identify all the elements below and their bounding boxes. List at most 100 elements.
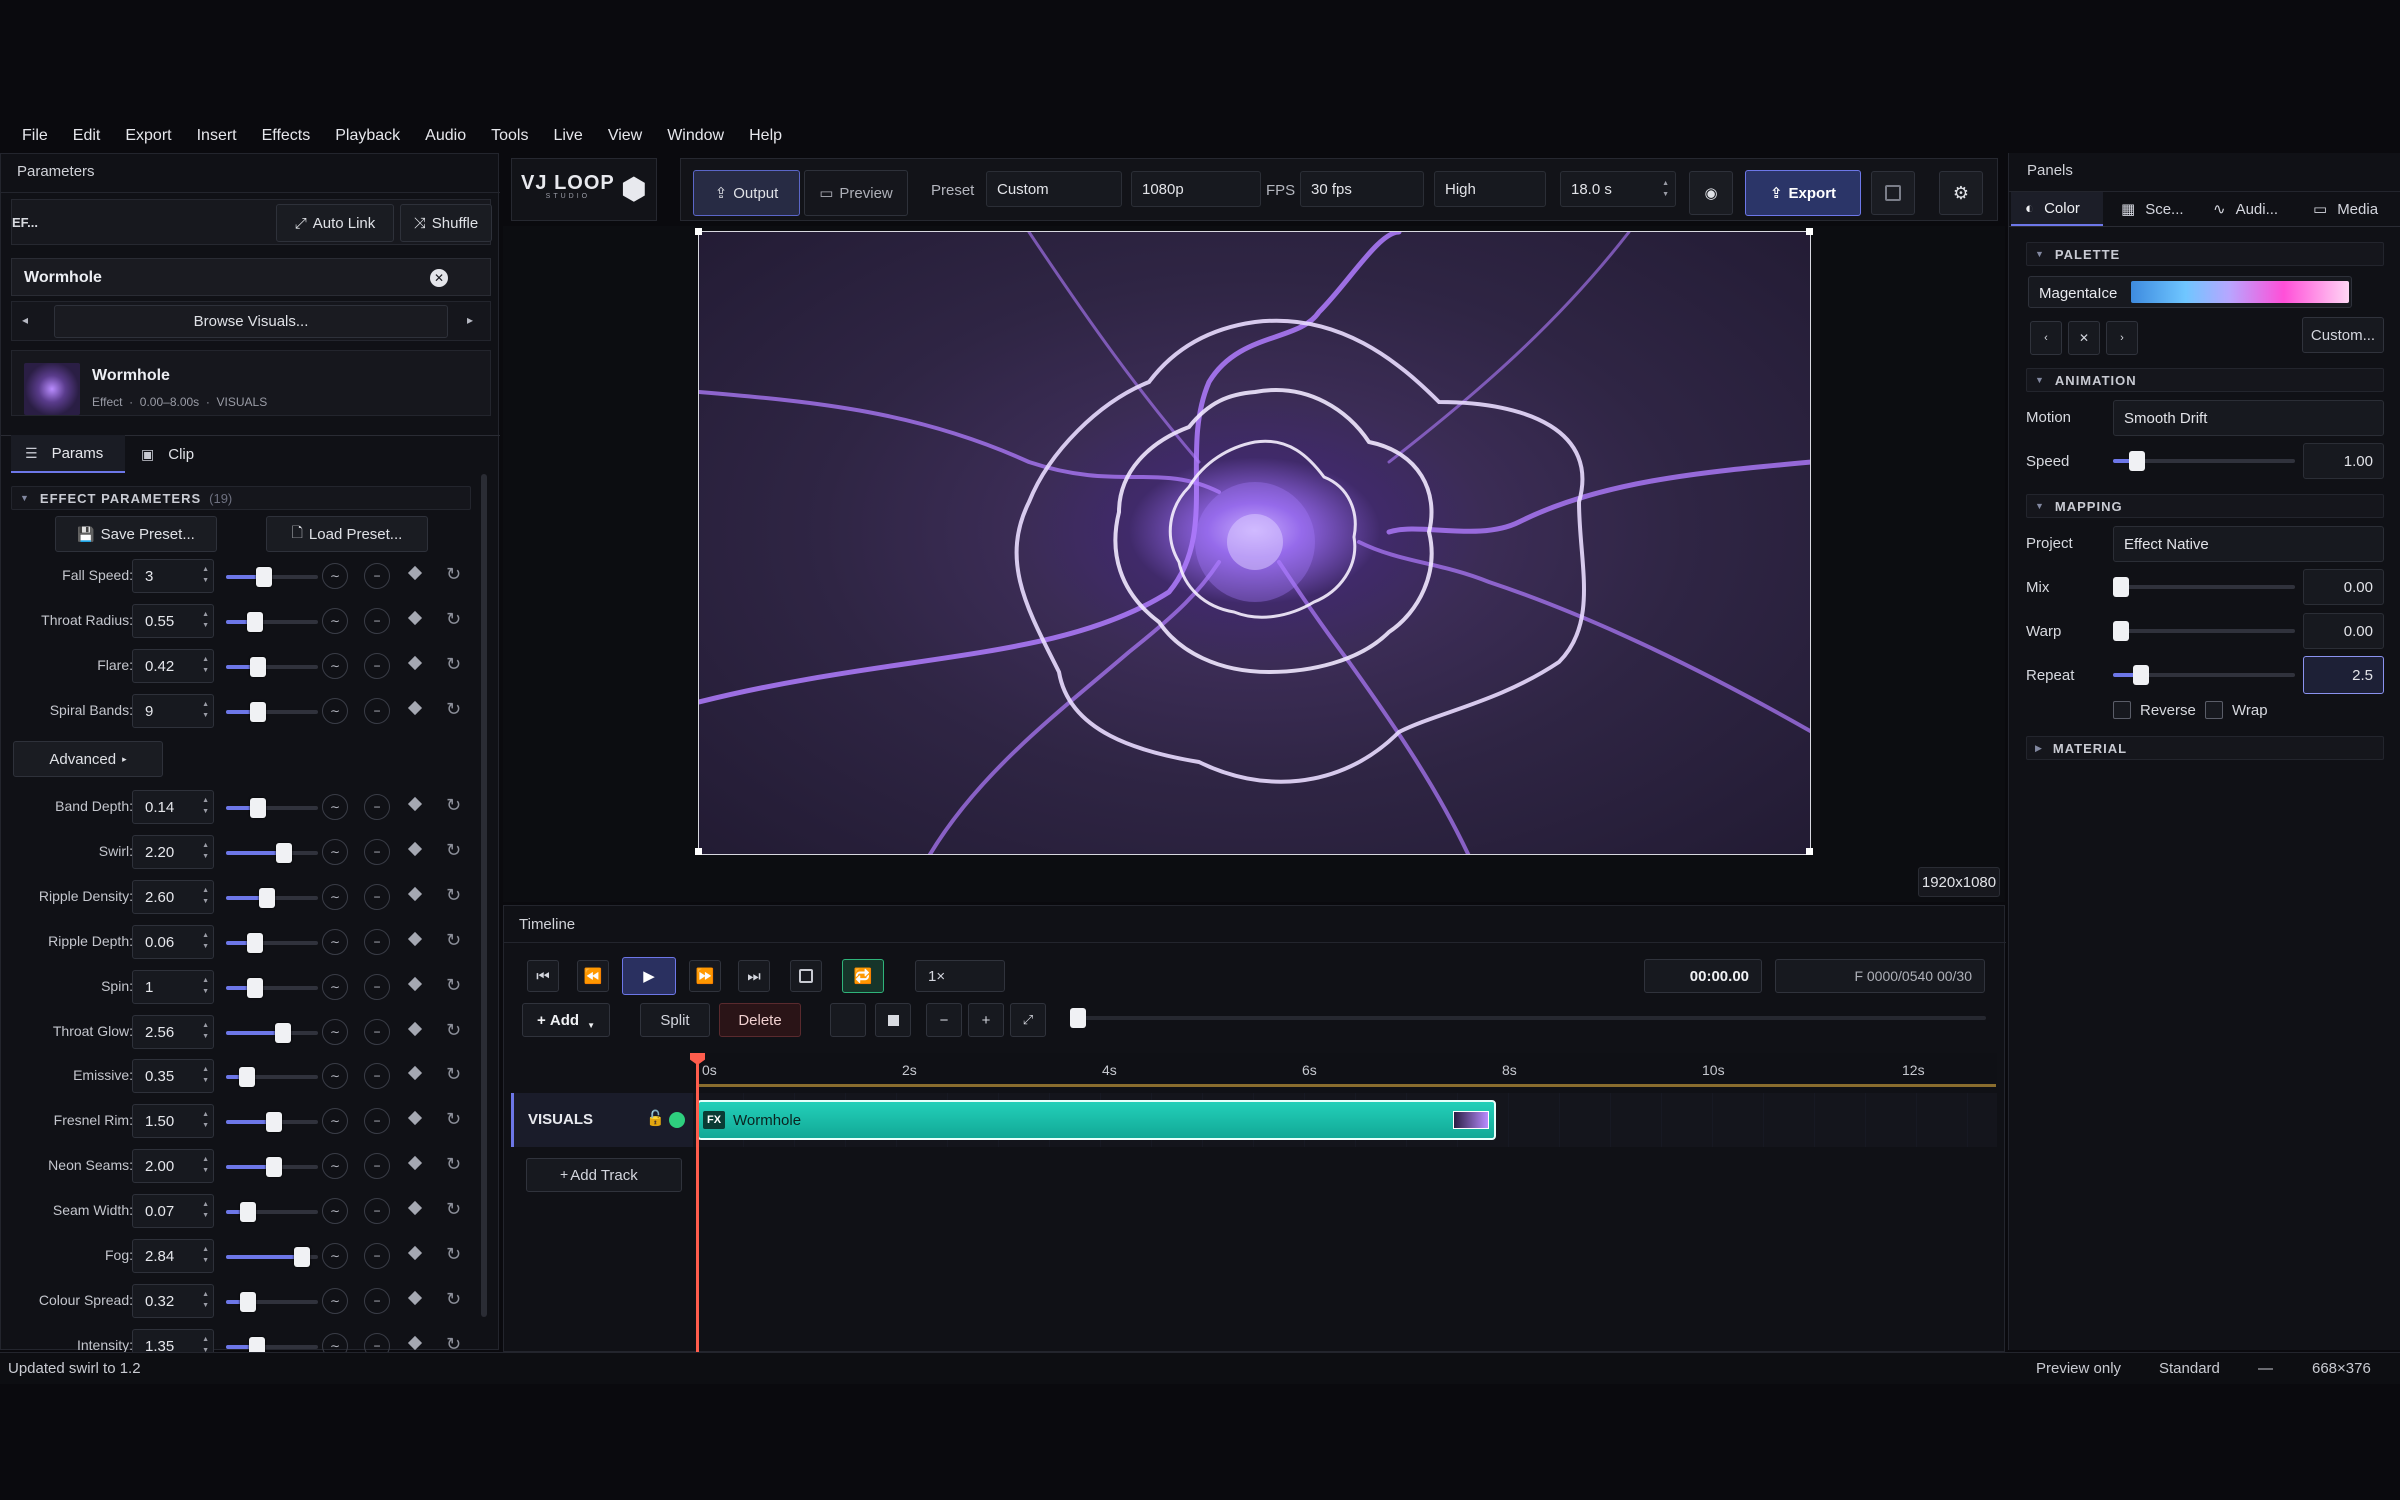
reset-icon[interactable]: ↻ bbox=[446, 1289, 461, 1310]
lfo-button[interactable]: ∼ bbox=[322, 1198, 348, 1225]
wrap-checkbox[interactable] bbox=[2205, 701, 2223, 719]
palette-select[interactable]: MagentaIce bbox=[2028, 276, 2352, 308]
stepper-icon[interactable]: ▲ ▼ bbox=[202, 1020, 209, 1042]
stop-render-button[interactable] bbox=[1871, 171, 1915, 215]
param-value-input[interactable]: 2.56 ▲ ▼ bbox=[132, 1014, 214, 1049]
palette-clear-button[interactable]: ✕ bbox=[2068, 321, 2100, 355]
quality-select[interactable]: High bbox=[1434, 171, 1546, 207]
reset-icon[interactable]: ↻ bbox=[446, 1020, 461, 1041]
reset-icon[interactable]: ↻ bbox=[446, 1154, 461, 1175]
lfo-button[interactable]: ∼ bbox=[322, 563, 348, 589]
param-value-input[interactable]: 9 ▲ ▼ bbox=[132, 693, 214, 728]
material-section[interactable]: ▶ MATERIAL bbox=[2026, 736, 2384, 760]
modulate-button[interactable]: − bbox=[364, 1108, 390, 1135]
mix-input[interactable]: 0.00 bbox=[2303, 569, 2384, 605]
stepper-icon[interactable]: ▲ ▼ bbox=[202, 930, 209, 952]
modulate-button[interactable]: − bbox=[364, 607, 390, 634]
speed-slider[interactable] bbox=[2113, 451, 2295, 471]
load-preset-button[interactable]: 🗋 Load Preset... bbox=[266, 516, 428, 552]
browse-visuals-button[interactable]: Browse Visuals... bbox=[54, 305, 448, 338]
stepper-icon[interactable]: ▲ ▼ bbox=[202, 564, 209, 586]
modulate-button[interactable]: − bbox=[364, 1153, 390, 1180]
stepper-icon[interactable]: ▲ ▼ bbox=[202, 840, 209, 862]
previous-effect-button[interactable]: ◂ bbox=[22, 313, 28, 327]
keyframe-icon[interactable] bbox=[407, 565, 423, 581]
modulate-button[interactable]: − bbox=[364, 563, 390, 589]
timeline-clip[interactable]: FX Wormhole bbox=[697, 1100, 1496, 1140]
lfo-button[interactable]: ∼ bbox=[322, 1018, 348, 1045]
repeat-slider[interactable] bbox=[2113, 665, 2295, 685]
modulate-button[interactable]: − bbox=[364, 1243, 390, 1269]
snapshot-button[interactable]: ◉ bbox=[1689, 171, 1733, 215]
menu-item[interactable]: Help bbox=[749, 127, 782, 145]
repeat-input[interactable]: 2.5 bbox=[2303, 656, 2384, 694]
lfo-button[interactable]: ∼ bbox=[322, 652, 348, 679]
param-slider[interactable] bbox=[226, 656, 318, 677]
keyframe-icon[interactable] bbox=[407, 1245, 423, 1261]
mapping-section[interactable]: ▼ MAPPING bbox=[2026, 494, 2384, 518]
param-value-input[interactable]: 2.60 ▲ ▼ bbox=[132, 879, 214, 914]
resize-handle[interactable] bbox=[1806, 228, 1813, 235]
menu-item[interactable]: Tools bbox=[491, 127, 528, 145]
menu-item[interactable]: Effects bbox=[262, 127, 311, 145]
zoom-fit-button[interactable]: ⤢ bbox=[1010, 1003, 1046, 1037]
reset-icon[interactable]: ↻ bbox=[446, 609, 461, 630]
param-slider[interactable] bbox=[226, 932, 318, 953]
stepper-icon[interactable]: ▲ ▼ bbox=[202, 1289, 209, 1311]
palette-section[interactable]: ▼ PALETTE bbox=[2026, 242, 2384, 266]
fps-select[interactable]: 30 fps bbox=[1300, 171, 1424, 207]
reset-icon[interactable]: ↻ bbox=[446, 1244, 461, 1265]
lfo-button[interactable]: ∼ bbox=[322, 838, 348, 865]
mark-out-button[interactable] bbox=[875, 1003, 911, 1037]
lock-icon[interactable]: 🔓 bbox=[646, 1109, 665, 1127]
modulate-button[interactable]: − bbox=[364, 928, 390, 955]
param-value-input[interactable]: 2.00 ▲ ▼ bbox=[132, 1149, 214, 1184]
param-value-input[interactable]: 3 ▲ ▼ bbox=[132, 559, 214, 593]
menu-item[interactable]: Window bbox=[667, 127, 724, 145]
param-value-input[interactable]: 0.32 ▲ ▼ bbox=[132, 1283, 214, 1318]
speed-select[interactable]: 1× bbox=[915, 960, 1005, 992]
stepper-icon[interactable]: ▲ ▼ bbox=[202, 1244, 209, 1266]
param-slider[interactable] bbox=[226, 1022, 318, 1043]
lfo-button[interactable]: ∼ bbox=[322, 883, 348, 910]
lfo-button[interactable]: ∼ bbox=[322, 973, 348, 1000]
param-value-input[interactable]: 1.50 ▲ ▼ bbox=[132, 1104, 214, 1139]
reset-icon[interactable]: ↻ bbox=[446, 1109, 461, 1130]
param-slider[interactable] bbox=[226, 1336, 318, 1357]
lfo-button[interactable]: ∼ bbox=[322, 928, 348, 955]
mark-in-button[interactable] bbox=[830, 1003, 866, 1037]
param-value-input[interactable]: 0.14 ▲ ▼ bbox=[132, 790, 214, 824]
stepper-icon[interactable]: ▲ ▼ bbox=[202, 609, 209, 631]
keyframe-icon[interactable] bbox=[407, 655, 423, 670]
menu-item[interactable]: Insert bbox=[197, 127, 237, 145]
modulate-button[interactable]: − bbox=[364, 1018, 390, 1045]
reverse-checkbox[interactable] bbox=[2113, 701, 2131, 719]
auto-link-button[interactable]: ⤢ Auto Link bbox=[276, 204, 394, 242]
stepper-icon[interactable]: ▲ ▼ bbox=[202, 1199, 209, 1221]
stepper-icon[interactable]: ▲ ▼ bbox=[202, 1154, 209, 1176]
speed-input[interactable]: 1.00 bbox=[2303, 443, 2384, 479]
animation-section[interactable]: ▼ ANIMATION bbox=[2026, 368, 2384, 392]
keyframe-icon[interactable] bbox=[407, 796, 423, 812]
param-value-input[interactable]: 0.42 ▲ ▼ bbox=[132, 648, 214, 683]
param-slider[interactable] bbox=[226, 1112, 318, 1133]
param-value-input[interactable]: 0.06 ▲ ▼ bbox=[132, 924, 214, 959]
keyframe-icon[interactable] bbox=[407, 1290, 423, 1305]
add-clip-button[interactable]: + Add ▼ bbox=[522, 1003, 610, 1037]
menu-item[interactable]: File bbox=[22, 127, 48, 145]
reset-icon[interactable]: ↻ bbox=[446, 840, 461, 861]
tab-clip[interactable]: ▣ Clip bbox=[131, 435, 221, 473]
stepper-icon[interactable]: ▲ ▼ bbox=[202, 654, 209, 676]
warp-slider[interactable] bbox=[2113, 621, 2295, 641]
stop-button[interactable] bbox=[790, 960, 822, 992]
split-button[interactable]: Split bbox=[640, 1003, 710, 1037]
motion-select[interactable]: Smooth Drift bbox=[2113, 400, 2384, 436]
resize-handle[interactable] bbox=[695, 848, 702, 855]
mix-slider[interactable] bbox=[2113, 577, 2295, 597]
keyframe-icon[interactable] bbox=[407, 931, 423, 946]
lfo-button[interactable]: ∼ bbox=[322, 607, 348, 634]
palette-next-button[interactable]: › bbox=[2106, 321, 2138, 355]
param-slider[interactable] bbox=[226, 1157, 318, 1178]
menu-item[interactable]: Live bbox=[553, 127, 582, 145]
reset-icon[interactable]: ↻ bbox=[446, 564, 461, 585]
